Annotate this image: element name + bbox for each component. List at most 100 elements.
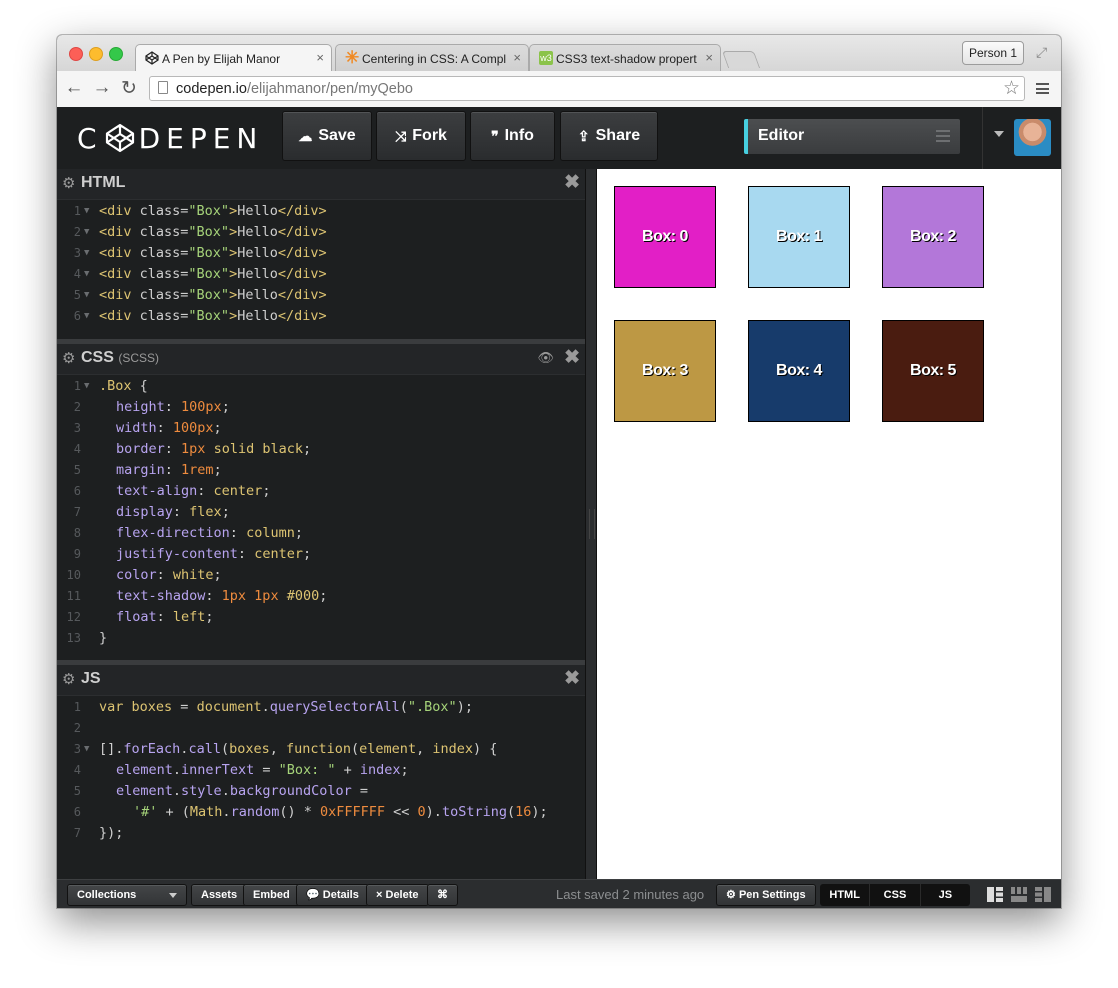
gear-icon[interactable]: ⚙ bbox=[62, 349, 75, 367]
code-token: height bbox=[116, 399, 165, 415]
browser-tab-centering[interactable]: ✳ Centering in CSS: A Compl × bbox=[335, 44, 529, 71]
code-token: : bbox=[164, 441, 182, 457]
tab-strip: A Pen by Elijah Manor × ✳ Centering in C… bbox=[57, 35, 1061, 71]
code-token: boxes bbox=[229, 741, 270, 757]
code-line: 4 ▼ <div class="Box">Hello</div> bbox=[57, 264, 585, 285]
last-saved-text: Last saved 2 minutes ago bbox=[556, 887, 705, 902]
reload-icon[interactable]: ↻ bbox=[118, 77, 140, 100]
code-token: color bbox=[116, 567, 157, 583]
pen-settings-button[interactable]: ⚙ Pen Settings bbox=[716, 884, 816, 906]
code-token: 1rem bbox=[181, 462, 214, 478]
code-token: center bbox=[213, 483, 263, 499]
codepen-logo[interactable]: C DEPEN bbox=[77, 122, 263, 155]
code-line: 3 ▼ [].forEach.call(boxes, function(elemen… bbox=[57, 739, 585, 760]
close-icon[interactable]: ✖ bbox=[564, 346, 580, 369]
view-mode-select[interactable]: Editor bbox=[744, 119, 960, 154]
close-icon[interactable]: ✖ bbox=[564, 667, 580, 690]
toggle-css-button[interactable]: CSS bbox=[870, 884, 921, 906]
fork-button[interactable]: ⤨ Fork bbox=[376, 111, 466, 161]
fullscreen-icon[interactable]: ⤢ bbox=[1036, 44, 1047, 61]
code-token: column bbox=[246, 525, 295, 541]
fold-arrow-icon: ▼ bbox=[84, 744, 90, 754]
preview-box: Box: 2 bbox=[882, 186, 984, 288]
code-token: flex bbox=[189, 504, 222, 520]
codepen-logo-icon bbox=[105, 123, 134, 153]
layout-right-icon[interactable] bbox=[1035, 887, 1051, 902]
code-token: > bbox=[229, 308, 238, 324]
eye-icon[interactable]: 👁 bbox=[537, 350, 554, 366]
code-token: var bbox=[99, 699, 124, 715]
line-number: 1 bbox=[73, 700, 81, 714]
code-token: Hello bbox=[237, 287, 278, 303]
code-token: : bbox=[205, 588, 222, 604]
code-line: 2 height: 100px; bbox=[57, 397, 585, 418]
share-button[interactable]: ⇪ Share bbox=[560, 111, 658, 161]
forward-arrow-icon[interactable]: → bbox=[91, 77, 113, 99]
delete-button[interactable]: × Delete bbox=[366, 884, 429, 906]
address-bar[interactable]: codepen.io/elijahmanor/pen/myQebo ☆ bbox=[149, 76, 1025, 101]
line-number: 2 bbox=[73, 400, 81, 414]
back-arrow-icon[interactable]: ← bbox=[63, 77, 85, 99]
code-token: call bbox=[188, 741, 221, 757]
code-token: ). bbox=[425, 804, 442, 820]
code-token: ( bbox=[399, 699, 408, 715]
close-tab-icon[interactable]: × bbox=[513, 50, 521, 65]
layout-top-icon[interactable] bbox=[1011, 887, 1027, 902]
code-token: "Box" bbox=[188, 224, 230, 240]
close-icon[interactable]: ✖ bbox=[564, 171, 580, 194]
code-text: text-align: center; bbox=[116, 481, 270, 502]
code-text: element.innerText = "Box: " + index; bbox=[116, 760, 409, 781]
close-tab-icon[interactable]: × bbox=[705, 50, 713, 65]
code-text: border: 1px solid black; bbox=[116, 439, 311, 460]
code-token: <div bbox=[99, 308, 132, 324]
save-button[interactable]: ☁ Save bbox=[282, 111, 372, 161]
html-code[interactable]: 1 ▼ <div class="Box">Hello</div> 2 ▼ <div cla… bbox=[57, 201, 585, 327]
code-text: element.style.backgroundColor = bbox=[116, 781, 368, 802]
toggle-html-button[interactable]: HTML bbox=[820, 884, 871, 906]
minimize-window-button[interactable] bbox=[89, 47, 103, 61]
quote-icon: ❞ bbox=[491, 127, 499, 144]
code-line: 7 display: flex; bbox=[57, 502, 585, 523]
code-text: var boxes = document.querySelectorAll(".… bbox=[99, 697, 473, 718]
embed-button[interactable]: Embed bbox=[243, 884, 300, 906]
code-token: "Box" bbox=[188, 266, 230, 282]
toggle-js-button[interactable]: JS bbox=[921, 884, 970, 906]
chevron-down-icon[interactable] bbox=[994, 131, 1004, 137]
code-token: > bbox=[229, 245, 238, 261]
code-token: { bbox=[131, 378, 148, 394]
code-line: 6 ▼ <div class="Box">Hello</div> bbox=[57, 306, 585, 327]
close-tab-icon[interactable]: × bbox=[316, 50, 324, 65]
maximize-window-button[interactable] bbox=[109, 47, 123, 61]
code-token: function bbox=[286, 741, 352, 757]
gear-icon[interactable]: ⚙ bbox=[62, 670, 75, 688]
code-token: Hello bbox=[237, 308, 278, 324]
keyboard-shortcuts-button[interactable]: ⌘ bbox=[427, 884, 458, 906]
css-code[interactable]: 1 ▼ .Box {2 height: 100px; 3 width: 100px; 4 bo… bbox=[57, 376, 585, 649]
collections-dropdown[interactable]: Collections bbox=[67, 884, 187, 906]
code-token: Hello bbox=[237, 224, 278, 240]
code-token: toString bbox=[441, 804, 507, 820]
js-editor-pane: ⚙ JS ✖ 1 var boxes = document.querySelect… bbox=[57, 665, 585, 879]
editor-preview-resizer[interactable] bbox=[585, 169, 597, 879]
person-button[interactable]: Person 1 bbox=[962, 41, 1024, 65]
gear-icon[interactable]: ⚙ bbox=[62, 174, 75, 192]
details-button[interactable]: 💬 Details bbox=[296, 884, 369, 906]
tab-title: CSS3 text-shadow propert bbox=[556, 52, 697, 66]
fold-arrow-icon: ▼ bbox=[84, 206, 90, 216]
code-token: : bbox=[237, 546, 255, 562]
js-code[interactable]: 1 var boxes = document.querySelectorAll("… bbox=[57, 697, 585, 844]
code-token: '#' bbox=[133, 804, 158, 820]
code-token: = bbox=[351, 783, 369, 799]
code-token: : bbox=[156, 567, 173, 583]
browser-tab-codepen[interactable]: A Pen by Elijah Manor × bbox=[135, 44, 332, 71]
new-tab-button[interactable] bbox=[721, 51, 761, 68]
browser-tab-text-shadow[interactable]: w3 CSS3 text-shadow propert × bbox=[529, 44, 721, 71]
assets-button[interactable]: Assets bbox=[191, 884, 248, 906]
code-token: () * bbox=[279, 804, 320, 820]
info-button[interactable]: ❞ Info bbox=[470, 111, 555, 161]
avatar[interactable] bbox=[1014, 119, 1051, 156]
close-window-button[interactable] bbox=[69, 47, 83, 61]
layout-left-icon[interactable] bbox=[987, 887, 1003, 902]
browser-menu-icon[interactable] bbox=[1036, 83, 1049, 94]
bookmark-star-icon[interactable]: ☆ bbox=[1003, 77, 1020, 100]
